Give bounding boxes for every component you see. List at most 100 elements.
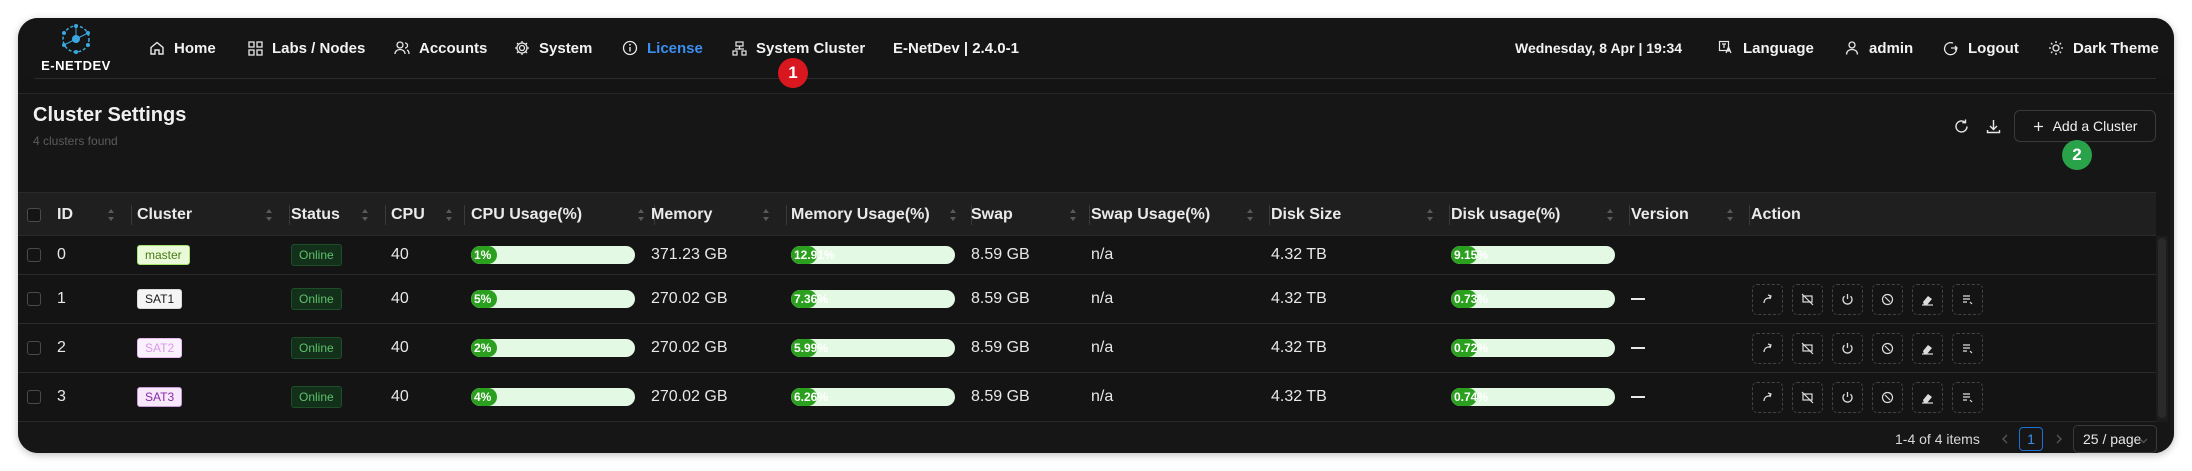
annotation-badge-1: 1 (778, 58, 808, 88)
sort-icon[interactable] (1245, 207, 1255, 223)
col-memory[interactable]: Memory (651, 193, 712, 237)
power-button[interactable] (1832, 382, 1863, 413)
console-button[interactable] (1752, 284, 1783, 315)
memory-usage-bar: 6.26% (791, 388, 955, 406)
col-disk-usage[interactable]: Disk usage(%) (1451, 193, 1560, 237)
nav-system[interactable]: System (514, 18, 592, 78)
cell-cpu: 40 (391, 339, 409, 356)
language-menu[interactable]: Language (1718, 18, 1814, 78)
theme-toggle[interactable]: Dark Theme (2048, 18, 2159, 78)
cell-version (1631, 275, 1645, 323)
sort-icon[interactable] (1068, 207, 1078, 223)
cluster-tag: master (137, 245, 190, 265)
sort-icon[interactable] (1425, 207, 1435, 223)
cell-cpu: 40 (391, 290, 409, 307)
row-checkbox[interactable] (27, 390, 41, 404)
nav-labs-label: Labs / Nodes (272, 39, 366, 57)
nav-home-label: Home (174, 39, 216, 57)
table-row[interactable]: 0 master Online 40 1% 371.23 GB 12.91% 8… (18, 236, 2156, 275)
console-icon (1763, 392, 1772, 402)
row-checkbox[interactable] (27, 341, 41, 355)
cell-cpu-usage: 1% (471, 236, 635, 274)
next-page-icon[interactable] (2054, 434, 2064, 444)
wipe-display-button[interactable] (1792, 333, 1823, 364)
logout-icon (1943, 42, 1958, 56)
brand-logo[interactable]: E-NETDEV (40, 20, 112, 78)
sort-icon[interactable] (948, 207, 958, 223)
table-row[interactable]: 3 SAT3 Online 40 4% 270.02 GB 6.26% 8.59… (18, 373, 2156, 422)
sort-icon[interactable] (1725, 207, 1735, 223)
col-separator (289, 205, 290, 225)
table-scrollbar[interactable] (2158, 238, 2166, 418)
col-cpu-usage[interactable]: CPU Usage(%) (471, 193, 582, 237)
col-action: Action (1751, 206, 1801, 223)
table-row[interactable]: 1 SAT1 Online 40 5% 270.02 GB 7.36% 8.59… (18, 275, 2156, 324)
stop-button[interactable] (1872, 284, 1903, 315)
nav-system-label: System (539, 39, 593, 57)
col-separator (1089, 205, 1090, 225)
logout-button[interactable]: Logout (1943, 18, 2019, 78)
cell-cpu-usage: 2% (471, 324, 635, 372)
sort-icon[interactable] (360, 207, 370, 223)
stop-icon (1881, 342, 1894, 355)
nav-labs-nodes[interactable]: Labs / Nodes (248, 18, 365, 78)
col-swap-usage[interactable]: Swap Usage(%) (1091, 193, 1210, 237)
row-checkbox[interactable] (27, 292, 41, 306)
refresh-button[interactable] (1947, 112, 1975, 140)
download-button[interactable] (1979, 112, 2007, 140)
nav-license-label: License (647, 39, 703, 57)
col-id[interactable]: ID (57, 193, 73, 237)
col-cpu[interactable]: CPU (391, 193, 425, 237)
sort-icon[interactable] (1605, 207, 1615, 223)
user-menu[interactable]: admin (1844, 18, 1913, 78)
cell-swap: 8.59 GB (971, 339, 1030, 356)
power-icon (1842, 392, 1853, 403)
page-size-select[interactable]: 25 / page (2073, 425, 2157, 453)
sort-icon[interactable] (264, 207, 274, 223)
nav-accounts[interactable]: Accounts (394, 18, 487, 78)
col-status[interactable]: Status (291, 193, 340, 237)
network-logo-icon (62, 24, 90, 54)
table-row[interactable]: 2 SAT2 Online 40 2% 270.02 GB 5.99% 8.59… (18, 324, 2156, 373)
col-swap[interactable]: Swap (971, 193, 1013, 237)
log-button[interactable] (1952, 333, 1983, 364)
sort-icon[interactable] (444, 207, 454, 223)
cell-memory-usage: 7.36% (791, 275, 955, 323)
cpu-usage-bar: 2% (471, 339, 635, 357)
status-badge: Online (291, 386, 342, 408)
memory-usage-bar: 12.91% (791, 246, 955, 264)
cell-disk-usage: 0.72% (1451, 324, 1615, 372)
power-button[interactable] (1832, 333, 1863, 364)
stop-button[interactable] (1872, 333, 1903, 364)
sort-icon[interactable] (761, 207, 771, 223)
wipe-display-button[interactable] (1792, 284, 1823, 315)
nav-license[interactable]: License (622, 18, 703, 78)
console-button[interactable] (1752, 333, 1783, 364)
cell-swap: 8.59 GB (971, 290, 1030, 307)
cell-cluster: SAT3 (137, 373, 183, 421)
col-cluster[interactable]: Cluster (137, 193, 192, 237)
sort-icon[interactable] (106, 207, 116, 223)
log-button[interactable] (1952, 382, 1983, 413)
sort-icon[interactable] (636, 207, 646, 223)
console-button[interactable] (1752, 382, 1783, 413)
power-button[interactable] (1832, 284, 1863, 315)
erase-button[interactable] (1912, 382, 1943, 413)
prev-page-icon[interactable] (2000, 434, 2010, 444)
col-memory-usage[interactable]: Memory Usage(%) (791, 193, 930, 237)
add-cluster-button[interactable]: Add a Cluster (2014, 110, 2156, 142)
page-1-button[interactable]: 1 (2019, 427, 2043, 451)
erase-button[interactable] (1912, 284, 1943, 315)
col-version[interactable]: Version (1631, 193, 1689, 237)
nav-home[interactable]: Home (149, 18, 216, 78)
brand-name: E-NETDEV (41, 58, 111, 73)
power-icon (1842, 343, 1853, 354)
row-checkbox[interactable] (27, 248, 41, 262)
select-all-cell (27, 193, 41, 237)
stop-button[interactable] (1872, 382, 1903, 413)
col-disk-size[interactable]: Disk Size (1271, 193, 1341, 237)
select-all-checkbox[interactable] (27, 208, 41, 222)
log-button[interactable] (1952, 284, 1983, 315)
erase-button[interactable] (1912, 333, 1943, 364)
wipe-display-button[interactable] (1792, 382, 1823, 413)
